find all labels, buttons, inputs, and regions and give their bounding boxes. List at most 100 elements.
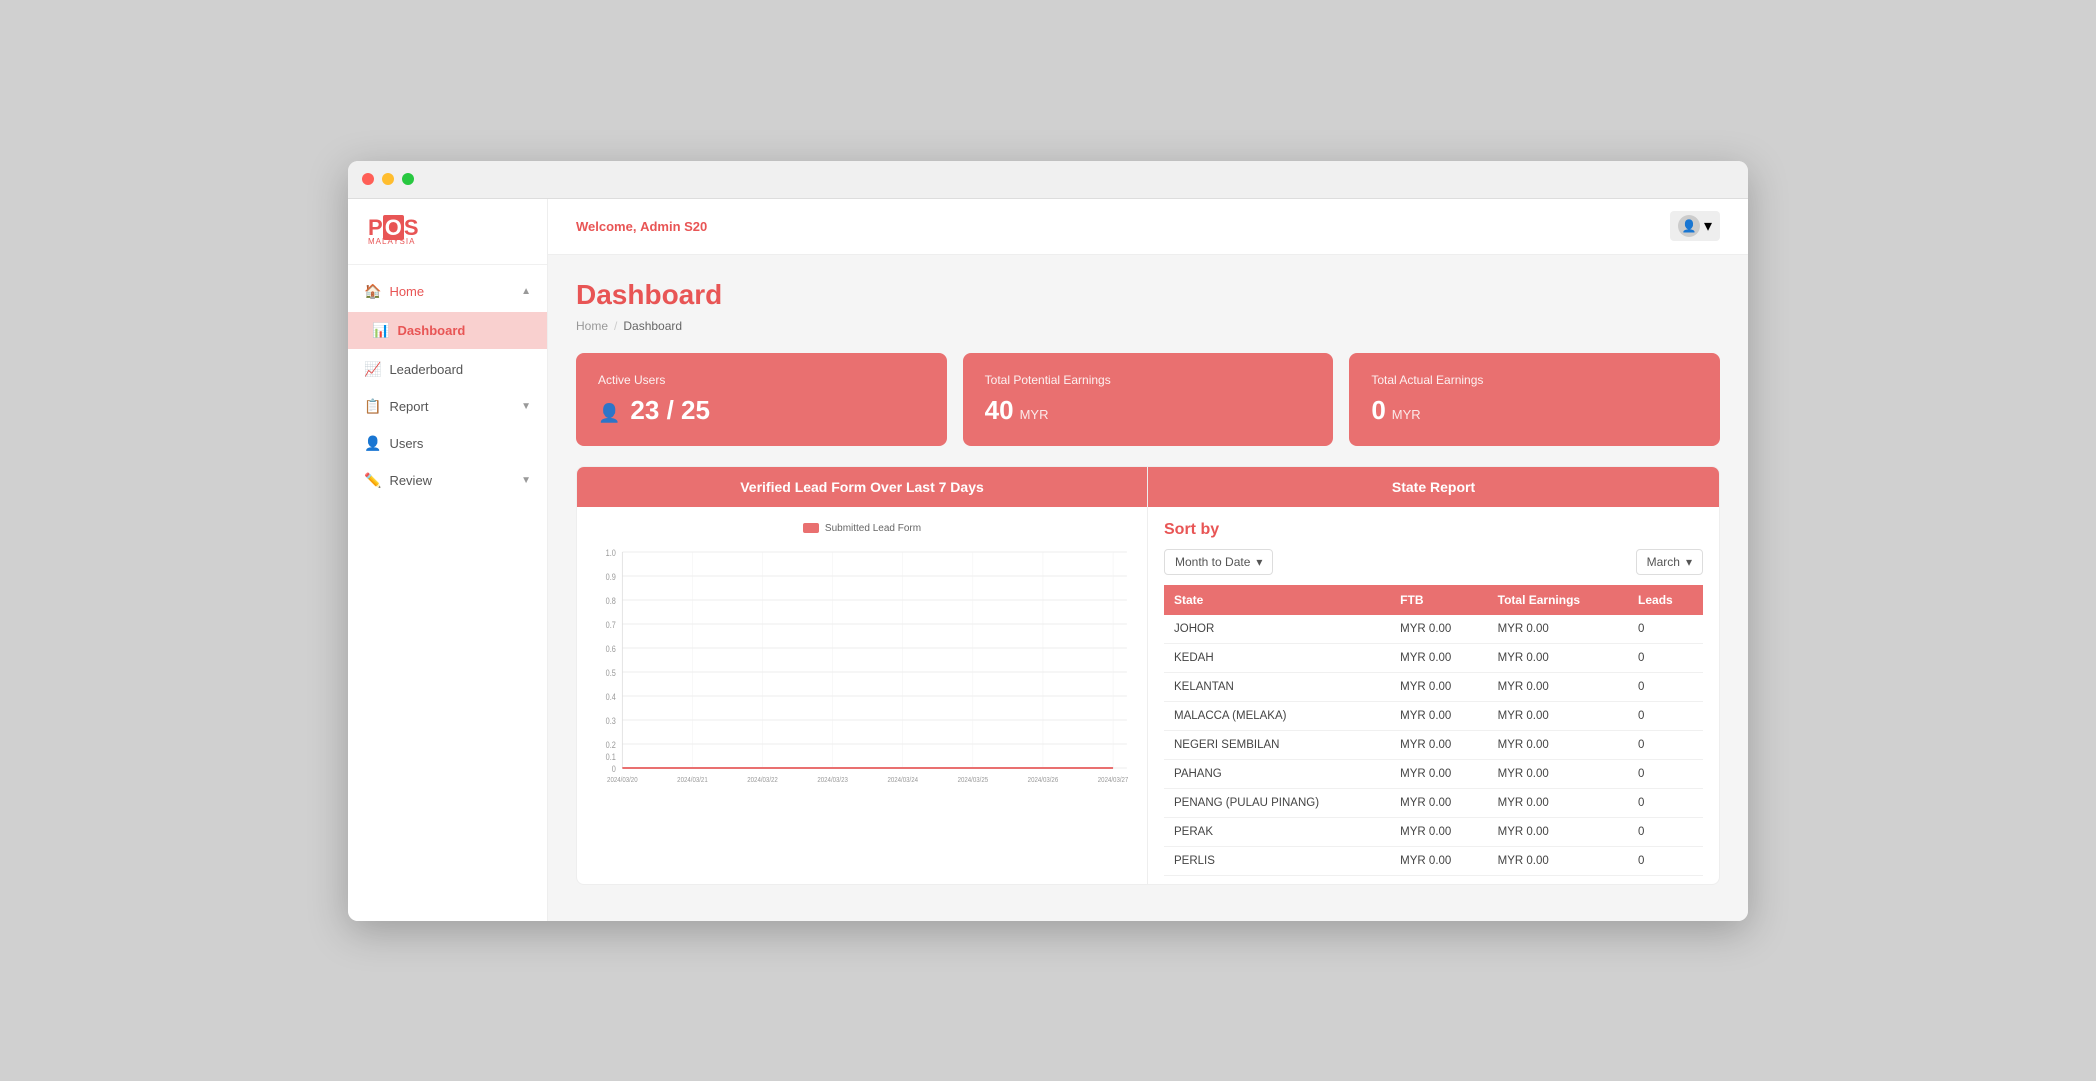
svg-text:0.5: 0.5 — [606, 668, 617, 678]
cell-state: MALACCA (MELAKA) — [1164, 701, 1390, 730]
cell-ftb: MYR 0.00 — [1390, 672, 1487, 701]
period-filter-chevron: ▾ — [1256, 555, 1262, 569]
sidebar-item-report[interactable]: 📋 Report ▼ — [348, 388, 547, 425]
chart-panel-header: Verified Lead Form Over Last 7 Days — [577, 467, 1147, 507]
svg-text:0.7: 0.7 — [606, 620, 617, 630]
review-chevron: ▼ — [521, 475, 531, 486]
charts-row: Verified Lead Form Over Last 7 Days Subm… — [576, 466, 1720, 885]
chart-svg: 1.0 0.9 0.8 0.7 0.6 0.5 0.4 0.3 0.2 0. — [593, 544, 1131, 784]
svg-text:0.9: 0.9 — [606, 572, 617, 582]
month-filter-dropdown[interactable]: March ▾ — [1636, 549, 1703, 575]
month-filter-chevron: ▾ — [1686, 555, 1692, 569]
svg-text:2024/03/21: 2024/03/21 — [677, 776, 708, 783]
state-report-panel: State Report Sort by Month to Date ▾ Mar… — [1148, 466, 1720, 885]
cell-leads: 0 — [1628, 817, 1703, 846]
col-ftb: FTB — [1390, 585, 1487, 615]
table-row: JOHORMYR 0.00MYR 0.000 — [1164, 615, 1703, 644]
stat-card-active-users: Active Users 👤 23 / 25 — [576, 353, 947, 446]
cell-ftb: MYR 0.00 — [1390, 846, 1487, 875]
col-total-earnings: Total Earnings — [1488, 585, 1628, 615]
svg-text:0: 0 — [612, 764, 616, 774]
svg-text:1.0: 1.0 — [606, 548, 617, 558]
breadcrumb-home[interactable]: Home — [576, 319, 608, 333]
cell-ftb: MYR 0.00 — [1390, 701, 1487, 730]
sidebar-item-leaderboard[interactable]: 📈 Leaderboard — [348, 351, 547, 388]
user-avatar-button[interactable]: 👤 ▾ — [1670, 211, 1720, 241]
chart-panel-body: Submitted Lead Form 1.0 0.9 0.8 0.7 0.6 — [577, 507, 1147, 800]
period-filter-dropdown[interactable]: Month to Date ▾ — [1164, 549, 1273, 575]
svg-text:0.1: 0.1 — [606, 752, 617, 762]
stat-label-potential-earnings: Total Potential Earnings — [985, 373, 1312, 387]
cell-leads: 0 — [1628, 730, 1703, 759]
sidebar-item-review-label: Review — [389, 473, 432, 488]
table-row: PENANG (PULAU PINANG)MYR 0.00MYR 0.000 — [1164, 788, 1703, 817]
sidebar-item-report-label: Report — [389, 399, 428, 414]
stat-num-actual-earnings: 0 — [1371, 395, 1385, 426]
cell-total-earnings: MYR 0.00 — [1488, 759, 1628, 788]
svg-text:2024/03/26: 2024/03/26 — [1028, 776, 1059, 783]
cell-total-earnings: MYR 0.00 — [1488, 615, 1628, 644]
report-chevron: ▼ — [521, 401, 531, 412]
stat-value-active-users: 👤 23 / 25 — [598, 395, 925, 426]
svg-text:0.6: 0.6 — [606, 644, 617, 654]
svg-text:2024/03/24: 2024/03/24 — [887, 776, 918, 783]
svg-text:0.2: 0.2 — [606, 740, 617, 750]
breadcrumb-separator: / — [614, 319, 617, 333]
stat-unit-actual-earnings: MYR — [1392, 407, 1421, 422]
cell-total-earnings: MYR 0.00 — [1488, 788, 1628, 817]
cell-state: JOHOR — [1164, 615, 1390, 644]
sidebar-item-dashboard[interactable]: 📊 Dashboard — [348, 312, 547, 349]
svg-text:2024/03/22: 2024/03/22 — [747, 776, 778, 783]
chart-area: 1.0 0.9 0.8 0.7 0.6 0.5 0.4 0.3 0.2 0. — [593, 544, 1131, 784]
breadcrumb: Home / Dashboard — [576, 319, 1720, 333]
stat-card-potential-earnings: Total Potential Earnings 40 MYR — [963, 353, 1334, 446]
welcome-text: Welcome, Admin S20 — [576, 219, 707, 234]
main-area: Welcome, Admin S20 👤 ▾ Dashboard Home / … — [548, 199, 1748, 921]
table-row: PAHANGMYR 0.00MYR 0.000 — [1164, 759, 1703, 788]
cell-total-earnings: MYR 0.00 — [1488, 730, 1628, 759]
state-table: State FTB Total Earnings Leads JOHORMYR … — [1164, 585, 1703, 876]
state-table-header: State FTB Total Earnings Leads — [1164, 585, 1703, 615]
cell-leads[interactable]: 0 — [1628, 788, 1703, 817]
minimize-dot[interactable] — [382, 173, 394, 185]
sidebar: POS MALAYSIA 🏠 Home ▲ 📊 Dashboard — [348, 199, 548, 921]
page-title: Dashboard — [576, 279, 1720, 311]
col-leads: Leads — [1628, 585, 1703, 615]
sidebar-item-users[interactable]: 👤 Users — [348, 425, 547, 462]
sort-by-label: Sort by — [1164, 521, 1703, 539]
stat-num-potential-earnings: 40 — [985, 395, 1014, 426]
svg-text:2024/03/25: 2024/03/25 — [958, 776, 989, 783]
breadcrumb-current: Dashboard — [623, 319, 682, 333]
chart-legend: Submitted Lead Form — [593, 523, 1131, 534]
legend-label: Submitted Lead Form — [825, 523, 921, 534]
stat-num-active-users: 23 / 25 — [630, 395, 710, 426]
maximize-dot[interactable] — [402, 173, 414, 185]
cell-ftb: MYR 0.00 — [1390, 759, 1487, 788]
cell-total-earnings: MYR 0.00 — [1488, 701, 1628, 730]
sidebar-item-users-label: Users — [389, 436, 423, 451]
table-row: MALACCA (MELAKA)MYR 0.00MYR 0.000 — [1164, 701, 1703, 730]
cell-leads: 0 — [1628, 672, 1703, 701]
leaderboard-icon: 📈 — [364, 361, 381, 378]
logo-malaysia: MALAYSIA — [368, 237, 419, 246]
sort-controls: Month to Date ▾ March ▾ — [1164, 549, 1703, 575]
cell-leads: 0 — [1628, 615, 1703, 644]
dashboard-icon: 📊 — [372, 322, 389, 339]
sidebar-item-dashboard-label: Dashboard — [397, 323, 465, 338]
avatar-icon: 👤 — [1678, 215, 1700, 237]
sidebar-item-home[interactable]: 🏠 Home ▲ — [348, 273, 547, 310]
table-row: KELANTANMYR 0.00MYR 0.000 — [1164, 672, 1703, 701]
sidebar-item-leaderboard-label: Leaderboard — [389, 362, 463, 377]
stat-label-active-users: Active Users — [598, 373, 925, 387]
username: Admin S20 — [640, 219, 707, 234]
svg-text:2024/03/23: 2024/03/23 — [817, 776, 848, 783]
cell-leads: 0 — [1628, 701, 1703, 730]
table-row: NEGERI SEMBILANMYR 0.00MYR 0.000 — [1164, 730, 1703, 759]
cell-leads[interactable]: 0 — [1628, 643, 1703, 672]
sidebar-item-review[interactable]: ✏️ Review ▼ — [348, 462, 547, 499]
stat-value-potential-earnings: 40 MYR — [985, 395, 1312, 426]
close-dot[interactable] — [362, 173, 374, 185]
table-row: KEDAHMYR 0.00MYR 0.000 — [1164, 643, 1703, 672]
svg-text:2024/03/27: 2024/03/27 — [1098, 776, 1129, 783]
stat-unit-potential-earnings: MYR — [1020, 407, 1049, 422]
